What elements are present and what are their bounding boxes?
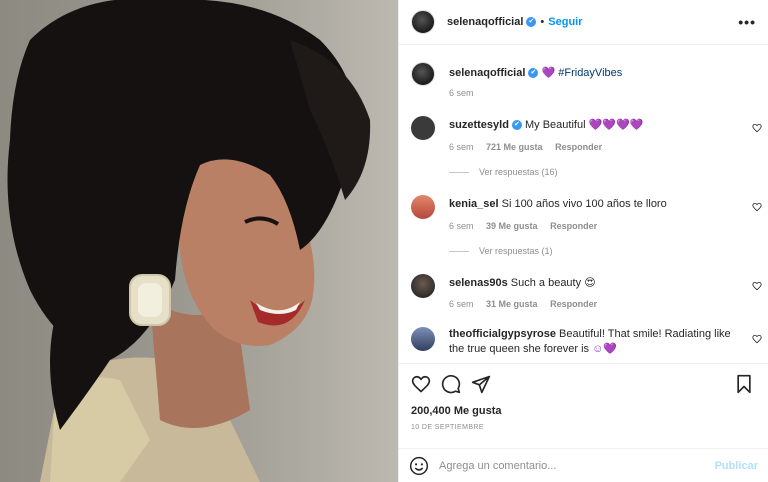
view-replies-button[interactable]: Ver respuestas (16) <box>449 167 558 177</box>
hashtag-link[interactable]: #FridayVibes <box>558 67 622 79</box>
author-avatar[interactable] <box>411 10 435 34</box>
comment-input[interactable] <box>439 459 715 472</box>
separator-dot: • <box>540 16 545 28</box>
comment-emoji: ☺💜 <box>592 343 618 355</box>
verified-badge-icon: ✔ <box>511 120 522 131</box>
comment-time: 6 sem <box>449 142 474 152</box>
comment-username[interactable]: theofficialgypsyrose <box>449 328 556 340</box>
commenter-avatar[interactable] <box>411 327 435 351</box>
post-photo[interactable] <box>0 0 398 482</box>
reply-button[interactable]: Responder <box>550 221 597 231</box>
bookmark-icon[interactable] <box>734 374 754 394</box>
comment-item: suzettesyld ✔ My Beautiful 💜💜💜💜 <box>411 116 760 140</box>
comment-username[interactable]: suzettesyld <box>449 119 509 131</box>
comment-likes[interactable]: 721 Me gusta <box>486 142 543 152</box>
heart-icon[interactable] <box>752 334 762 344</box>
verified-badge-icon: ✔ <box>526 17 537 27</box>
comment-item: theofficialgypsyrose Beautiful! That smi… <box>411 327 736 357</box>
portrait-image <box>7 0 371 482</box>
commenter-avatar[interactable] <box>411 195 435 219</box>
comment-text: Such a beauty <box>510 277 582 289</box>
caption: selenaqofficial ✔ 💜 #FridayVibes <box>411 62 760 86</box>
view-replies-button[interactable]: Ver respuestas (1) <box>449 246 553 256</box>
comment-emoji: 💜💜💜💜 <box>588 119 644 131</box>
more-horizontal-icon[interactable]: ••• <box>738 14 756 30</box>
caption-time: 6 sem <box>449 88 474 98</box>
caption-avatar[interactable] <box>411 62 435 86</box>
comment-icon[interactable] <box>441 374 461 394</box>
comment-text: My Beautiful <box>524 119 586 131</box>
heart-icon[interactable] <box>752 281 762 291</box>
comment-likes[interactable]: 39 Me gusta <box>486 221 538 231</box>
caption-meta: 6 sem <box>449 88 484 98</box>
comment-time: 6 sem <box>449 299 474 309</box>
comments-list[interactable]: selenaqofficial ✔ 💜 #FridayVibes 6 sem su… <box>399 45 768 363</box>
add-comment-bar: Publicar <box>399 448 768 482</box>
heart-icon[interactable] <box>411 374 431 394</box>
comment-meta: 6 sem 31 Me gusta Responder <box>449 299 607 309</box>
caption-username[interactable]: selenaqofficial <box>449 67 525 79</box>
comment-meta: 6 sem 39 Me gusta Responder <box>449 221 607 231</box>
comment-meta: 6 sem 721 Me gusta Responder <box>449 142 612 152</box>
comment-username[interactable]: kenia_sel <box>449 198 499 210</box>
heart-icon[interactable] <box>752 202 762 212</box>
heart-icon[interactable] <box>752 123 762 133</box>
view-replies-label: Ver respuestas (1) <box>479 246 553 256</box>
purple-heart-emoji: 💜 <box>541 67 556 79</box>
action-bar <box>399 363 768 403</box>
author-username[interactable]: selenaqofficial <box>447 16 523 28</box>
likes-count[interactable]: 200,400 Me gusta <box>411 405 502 417</box>
reply-button[interactable]: Responder <box>550 299 597 309</box>
instagram-post: selenaqofficial ✔ • Seguir ••• selenaqof… <box>0 0 768 482</box>
comment-emoji: 😍 <box>584 277 596 289</box>
follow-button[interactable]: Seguir <box>548 16 582 28</box>
post-sidebar: selenaqofficial ✔ • Seguir ••• selenaqof… <box>398 0 768 482</box>
post-header: selenaqofficial ✔ • Seguir ••• <box>399 0 768 45</box>
share-icon[interactable] <box>471 374 491 394</box>
verified-badge-icon: ✔ <box>528 68 539 79</box>
comment-username[interactable]: selenas90s <box>449 277 508 289</box>
comment-item: selenas90s Such a beauty 😍 <box>411 274 760 298</box>
comment-text: Si 100 años vivo 100 años te lloro <box>501 198 667 210</box>
smiley-icon[interactable] <box>409 456 429 476</box>
comment-likes[interactable]: 31 Me gusta <box>486 299 538 309</box>
post-date[interactable]: 10 DE SEPTIEMBRE <box>411 424 484 431</box>
view-replies-label: Ver respuestas (16) <box>479 167 558 177</box>
commenter-avatar[interactable] <box>411 116 435 140</box>
commenter-avatar[interactable] <box>411 274 435 298</box>
reply-button[interactable]: Responder <box>555 142 602 152</box>
comment-time: 6 sem <box>449 221 474 231</box>
comment-item: kenia_sel Si 100 años vivo 100 años te l… <box>411 195 760 219</box>
publish-button[interactable]: Publicar <box>715 460 758 472</box>
